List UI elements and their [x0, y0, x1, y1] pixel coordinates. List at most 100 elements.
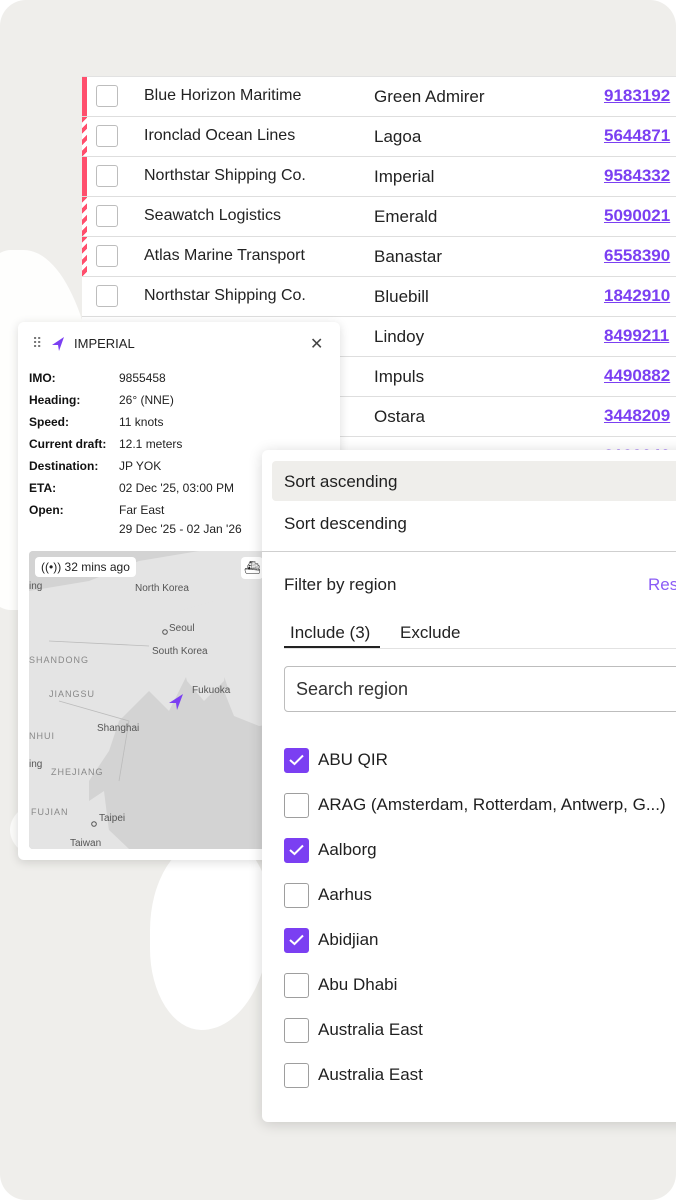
row-checkbox[interactable] — [96, 245, 118, 267]
map-label: ing — [29, 581, 43, 592]
sort-descending-option[interactable]: Sort descending — [272, 503, 676, 543]
detail-value: Far East — [119, 503, 165, 517]
detail-key: Speed: — [29, 415, 70, 429]
checkbox-checked[interactable] — [284, 748, 309, 773]
region-label: Abu Dhabi — [318, 975, 398, 994]
detail-value: 12.1 meters — [119, 437, 183, 451]
region-option[interactable]: Abu Dhabi — [284, 973, 676, 1003]
detail-key: Destination: — [29, 459, 99, 473]
imo-link[interactable]: 1842910 — [604, 286, 670, 306]
vessel-arrow-icon — [52, 337, 64, 351]
company-cell: Seawatch Logistics — [144, 207, 281, 224]
checkbox-checked[interactable] — [284, 838, 309, 863]
map-label: Taipei — [99, 813, 126, 824]
checkbox[interactable] — [284, 973, 309, 998]
city-dot-icon — [91, 821, 97, 827]
check-icon — [289, 934, 304, 946]
region-option[interactable]: Australia East — [284, 1018, 676, 1048]
table-row[interactable]: Blue Horizon Maritime Green Admirer 9183… — [82, 77, 676, 117]
detail-key: IMO: — [29, 371, 56, 385]
table-row[interactable]: Ironclad Ocean Lines Lagoa 5644871 — [82, 117, 676, 157]
tab-exclude[interactable]: Exclude — [400, 623, 460, 643]
vessel-cell: Ostara — [374, 407, 426, 426]
reset-link[interactable]: Res — [648, 575, 676, 595]
row-checkbox[interactable] — [96, 205, 118, 227]
divider — [262, 551, 676, 552]
region-option[interactable]: ARAG (Amsterdam, Rotterdam, Antwerp, G..… — [284, 793, 676, 823]
open-dates: 29 Dec '25 - 02 Jan '26 — [119, 522, 242, 536]
checkbox[interactable] — [284, 883, 309, 908]
detail-key: Heading: — [29, 393, 81, 407]
imo-link[interactable]: 9584332 — [604, 166, 670, 186]
imo-link[interactable]: 3448209 — [604, 406, 670, 426]
card-header: ⠿ IMPERIAL ✕ — [18, 322, 340, 366]
region-label: ARAG (Amsterdam, Rotterdam, Antwerp, G..… — [318, 795, 666, 814]
map-label: Shanghai — [97, 723, 140, 734]
drag-handle-icon[interactable]: ⠿ — [32, 335, 42, 352]
risk-stripe — [82, 157, 87, 196]
risk-stripe — [82, 77, 87, 116]
imo-link[interactable]: 4490882 — [604, 366, 670, 386]
vessel-cell: Imperial — [374, 167, 435, 186]
region-option[interactable]: Aarhus — [284, 883, 676, 913]
map-label: FUJIAN — [31, 807, 69, 817]
vessel-cell: Banastar — [374, 247, 443, 266]
close-icon[interactable]: ✕ — [310, 334, 323, 354]
tab-include[interactable]: Include (3) — [290, 623, 370, 643]
map-label: JIANGSU — [49, 689, 96, 699]
last-update-text: 32 mins ago — [64, 560, 130, 574]
column-menu: Sort ascending Sort descending Filter by… — [262, 450, 676, 1122]
region-label: Aalborg — [318, 840, 377, 859]
sort-ascending-label: Sort ascending — [284, 472, 398, 491]
map-label: Fukuoka — [192, 685, 231, 696]
company-cell: Ironclad Ocean Lines — [144, 127, 296, 144]
search-region-input[interactable] — [284, 666, 676, 712]
vessel-cell: Emerald — [374, 207, 438, 226]
region-option[interactable]: Australia East — [284, 1063, 676, 1093]
checkbox[interactable] — [284, 1063, 309, 1088]
region-label: ABU QIR — [318, 750, 388, 769]
check-icon — [289, 754, 304, 766]
map-label: South Korea — [152, 646, 208, 657]
detail-key: Open: — [29, 503, 64, 517]
risk-stripe — [82, 117, 87, 156]
table-row[interactable]: Atlas Marine Transport Banastar 6558390 — [82, 237, 676, 277]
table-row[interactable]: Northstar Shipping Co. Imperial 9584332 — [82, 157, 676, 197]
row-checkbox[interactable] — [96, 165, 118, 187]
signal-icon: ((•)) — [41, 560, 62, 574]
table-row[interactable]: Northstar Shipping Co. Bluebill 1842910 — [82, 277, 676, 317]
row-checkbox[interactable] — [96, 285, 118, 307]
vessel-cell: Bluebill — [374, 287, 429, 306]
imo-link[interactable]: 5090021 — [604, 206, 670, 226]
checkbox[interactable] — [284, 1018, 309, 1043]
company-cell: Northstar Shipping Co. — [144, 167, 306, 184]
row-checkbox[interactable] — [96, 85, 118, 107]
imo-link[interactable]: 8499211 — [604, 326, 669, 346]
detail-value: 11 knots — [119, 415, 164, 429]
sort-ascending-option[interactable]: Sort ascending — [272, 461, 676, 501]
detail-key: Current draft: — [29, 437, 107, 451]
checkbox-checked[interactable] — [284, 928, 309, 953]
card-title: IMPERIAL — [74, 336, 135, 351]
imo-link[interactable]: 6558390 — [604, 246, 670, 266]
checkbox[interactable] — [284, 793, 309, 818]
last-update-chip: ((•)) 32 mins ago — [35, 557, 136, 577]
filter-title: Filter by region — [284, 575, 397, 594]
region-label: Aarhus — [318, 885, 372, 904]
region-option[interactable]: ABU QIR — [284, 748, 676, 778]
map-label: NHUI — [29, 731, 55, 741]
table-row[interactable]: Seawatch Logistics Emerald 5090021 — [82, 197, 676, 237]
risk-stripe — [82, 197, 87, 236]
row-checkbox[interactable] — [96, 125, 118, 147]
vessel-cell: Lagoa — [374, 127, 422, 146]
region-option[interactable]: Abidjian — [284, 928, 676, 958]
vessel-position-icon[interactable] — [167, 693, 185, 711]
ship-layer-icon[interactable]: ⛴ — [241, 557, 263, 579]
region-option[interactable]: Aalborg — [284, 838, 676, 868]
imo-link[interactable]: 9183192 — [604, 86, 670, 106]
region-label: Australia East — [318, 1065, 423, 1084]
map-label: Seoul — [169, 623, 195, 634]
sort-descending-label: Sort descending — [284, 514, 407, 533]
map-label: ing — [29, 759, 43, 770]
imo-link[interactable]: 5644871 — [604, 126, 670, 146]
